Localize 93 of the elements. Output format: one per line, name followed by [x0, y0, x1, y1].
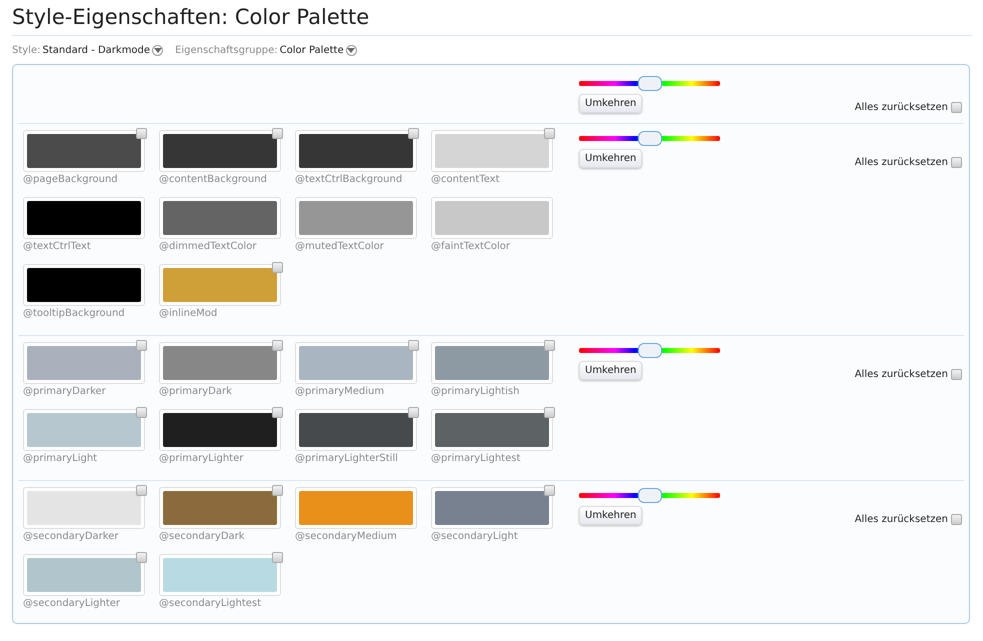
swatch-label: @contentText — [431, 173, 501, 185]
swatch-label: @tooltipBackground — [23, 307, 126, 319]
swatch-label: @textCtrlBackground — [295, 173, 404, 185]
filter-value[interactable]: Standard - Darkmode — [42, 45, 150, 56]
color-swatch[interactable] — [295, 197, 417, 239]
color-swatch[interactable] — [431, 130, 553, 172]
checkbox[interactable] — [136, 485, 147, 496]
checkbox[interactable] — [272, 485, 283, 496]
swatch-label: @primaryLighter — [159, 452, 244, 464]
checkbox[interactable] — [544, 485, 555, 496]
checkbox[interactable] — [272, 552, 283, 563]
swatch-label: @secondaryMedium — [295, 530, 398, 542]
color-swatch[interactable] — [295, 342, 417, 384]
checkbox[interactable] — [951, 102, 962, 113]
checkbox[interactable] — [951, 369, 962, 380]
swatch-label: @primaryMedium — [295, 385, 386, 397]
checkbox[interactable] — [544, 340, 555, 351]
invert-button[interactable]: Umkehren — [579, 94, 642, 113]
swatch-label: @secondaryDarker — [23, 530, 120, 542]
checkbox[interactable] — [951, 514, 962, 525]
color-swatch[interactable] — [295, 487, 417, 529]
checkbox[interactable] — [951, 157, 962, 168]
swatch-label: @contentBackground — [159, 173, 268, 185]
dropdown-icon[interactable] — [346, 45, 357, 56]
swatch-label: @primaryLightish — [431, 385, 520, 397]
color-swatch[interactable] — [159, 264, 281, 306]
color-swatch[interactable] — [23, 264, 145, 306]
swatch-label: @secondaryLighter — [23, 597, 122, 609]
color-swatch[interactable] — [23, 409, 145, 451]
swatch-label: @dimmedTextColor — [159, 240, 258, 252]
color-swatch[interactable] — [431, 197, 553, 239]
reset-label: Alles zurücksetzen — [854, 157, 948, 168]
color-swatch[interactable] — [23, 130, 145, 172]
invert-button[interactable]: Umkehren — [579, 149, 642, 168]
color-swatch[interactable] — [431, 342, 553, 384]
slider-thumb[interactable] — [638, 343, 662, 358]
swatch-label: @faintTextColor — [431, 240, 512, 252]
color-swatch[interactable] — [159, 487, 281, 529]
swatch-label: @secondaryDark — [159, 530, 246, 542]
hue-slider[interactable] — [579, 76, 720, 91]
hue-slider[interactable] — [579, 488, 720, 503]
slider-thumb[interactable] — [638, 488, 662, 503]
swatch-label: @primaryLightest — [431, 452, 522, 464]
checkbox[interactable] — [136, 552, 147, 563]
checkbox[interactable] — [408, 128, 419, 139]
color-swatch[interactable] — [159, 409, 281, 451]
checkbox[interactable] — [408, 340, 419, 351]
checkbox[interactable] — [544, 407, 555, 418]
color-swatch[interactable] — [23, 342, 145, 384]
checkbox[interactable] — [136, 340, 147, 351]
swatch-label: @primaryLighterStill — [295, 452, 399, 464]
color-swatch[interactable] — [295, 409, 417, 451]
swatch-label: @primaryDarker — [23, 385, 107, 397]
swatch-label: @textCtrlText — [23, 240, 92, 252]
color-swatch[interactable] — [23, 487, 145, 529]
reset-label: Alles zurücksetzen — [854, 369, 948, 380]
checkbox[interactable] — [272, 340, 283, 351]
page-title: Style-Eigenschaften: Color Palette — [12, 0, 972, 36]
swatch-label: @pageBackground — [23, 173, 119, 185]
swatch-label: @primaryDark — [159, 385, 233, 397]
swatch-label: @secondaryLight — [431, 530, 519, 542]
filter-value[interactable]: Color Palette — [280, 45, 344, 56]
checkbox[interactable] — [408, 407, 419, 418]
slider-thumb[interactable] — [638, 131, 662, 146]
color-swatch[interactable] — [159, 342, 281, 384]
checkbox[interactable] — [272, 128, 283, 139]
color-swatch[interactable] — [23, 554, 145, 596]
dropdown-icon[interactable] — [152, 45, 164, 56]
hue-slider[interactable] — [579, 131, 720, 146]
filter-label: Style: — [12, 45, 40, 56]
color-swatch[interactable] — [295, 130, 417, 172]
checkbox[interactable] — [272, 407, 283, 418]
hue-slider[interactable] — [579, 343, 720, 358]
color-swatch[interactable] — [159, 197, 281, 239]
checkbox[interactable] — [136, 128, 147, 139]
swatch-label: @mutedTextColor — [295, 240, 385, 252]
reset-label: Alles zurücksetzen — [854, 102, 948, 113]
checkbox[interactable] — [272, 262, 283, 273]
slider-thumb[interactable] — [638, 76, 662, 91]
color-swatch[interactable] — [431, 487, 553, 529]
filter-label: Eigenschaftsgruppe: — [175, 45, 278, 56]
swatch-label: @secondaryLightest — [159, 597, 262, 609]
invert-button[interactable]: Umkehren — [579, 506, 642, 525]
checkbox[interactable] — [136, 407, 147, 418]
color-swatch[interactable] — [23, 197, 145, 239]
swatch-label: @primaryLight — [23, 452, 98, 464]
color-swatch[interactable] — [159, 130, 281, 172]
swatch-label: @inlineMod — [159, 307, 218, 319]
checkbox[interactable] — [544, 128, 555, 139]
reset-label: Alles zurücksetzen — [854, 514, 948, 525]
color-swatch[interactable] — [431, 409, 553, 451]
invert-button[interactable]: Umkehren — [579, 361, 642, 380]
color-swatch[interactable] — [159, 554, 281, 596]
